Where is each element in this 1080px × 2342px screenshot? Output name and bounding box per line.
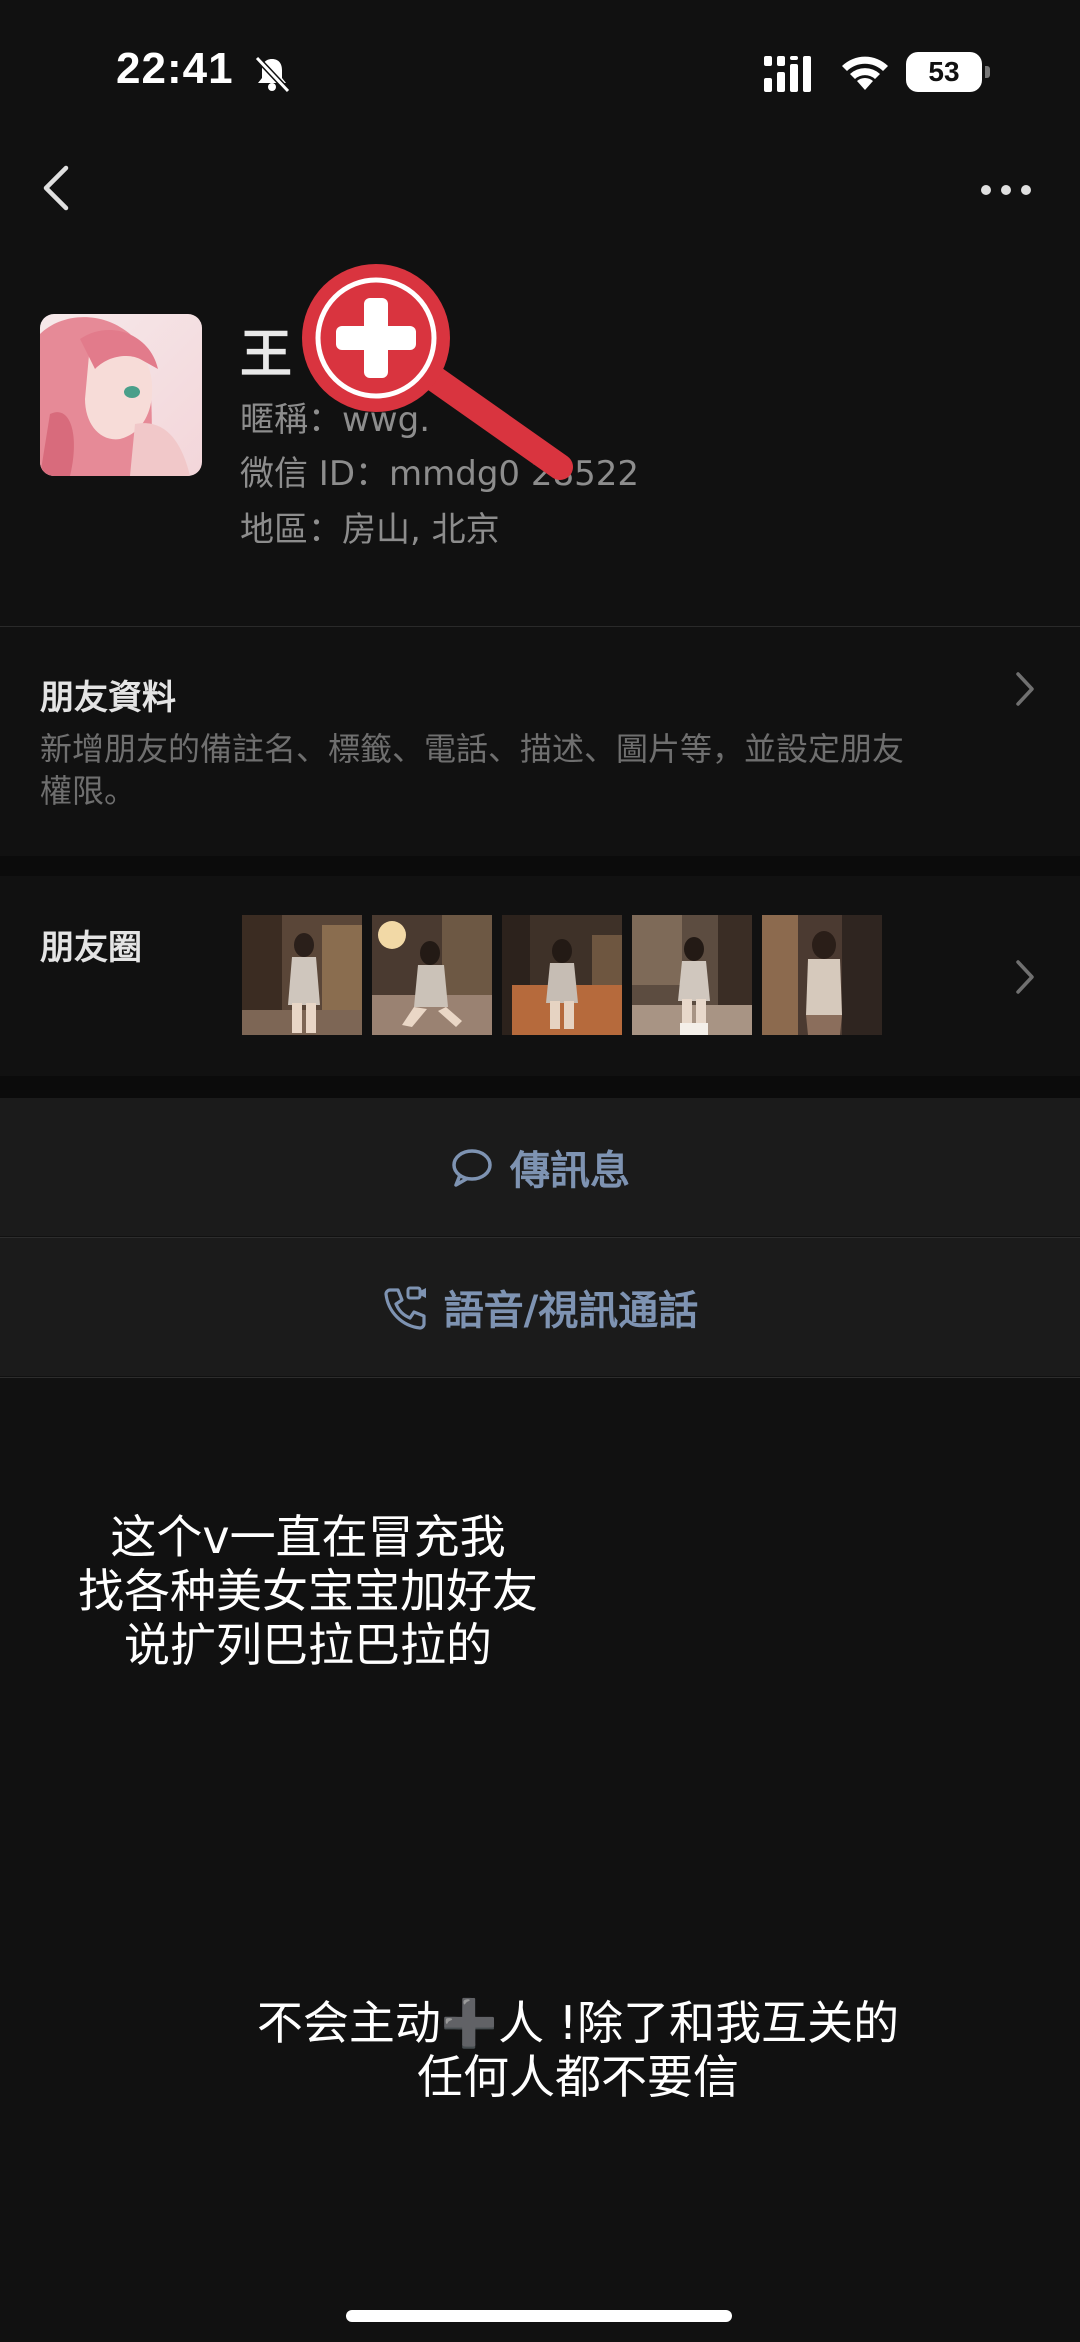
caption-line: 不会主动➕人 !除了和我互关的 <box>256 1996 900 2050</box>
overlay-caption-bottom: 不会主动➕人 !除了和我互关的 任何人都不要信 <box>150 1996 1006 2104</box>
friend-info-description: 新增朋友的備註名、標籤、電話、描述、圖片等，並設定朋友 權限。 <box>40 728 1000 812</box>
section-separator <box>0 856 1080 876</box>
voice-video-call-label: 語音/視訊通話 <box>443 1288 699 1334</box>
profile-name: 王 <box>240 325 293 385</box>
magnifier-plus-icon <box>302 264 573 480</box>
moments-thumbnails <box>242 915 882 1035</box>
caption-line: 说扩列巴拉巴拉的 <box>124 1618 492 1672</box>
cellular-signal-icon <box>764 56 811 92</box>
friend-info-desc-line1: 新增朋友的備註名、標籤、電話、描述、圖片等，並設定朋友 <box>40 730 905 768</box>
moments-thumbnail[interactable] <box>372 915 492 1035</box>
region-line: 地區：房山, 北京 <box>240 510 500 550</box>
section-separator <box>0 1076 1080 1098</box>
moments-thumbnail[interactable] <box>762 915 882 1035</box>
divider <box>0 1377 1080 1378</box>
friend-info-desc-line2: 權限。 <box>40 772 137 810</box>
battery-indicator: 53 <box>906 52 990 92</box>
chevron-right-icon <box>1016 960 1034 994</box>
moments-title: 朋友圈 <box>40 928 142 968</box>
send-message-label: 傳訊息 <box>510 1148 630 1194</box>
moments-thumbnail[interactable] <box>242 915 362 1035</box>
back-arrow-icon[interactable] <box>36 160 76 216</box>
avatar-image <box>40 314 202 476</box>
moments-thumbnail[interactable] <box>632 915 752 1035</box>
send-message-button[interactable]: 傳訊息 <box>0 1098 1080 1236</box>
status-bar: 22:41 53 <box>0 0 1080 150</box>
divider <box>0 626 1080 627</box>
moments-thumbnail[interactable] <box>502 915 622 1035</box>
chevron-right-icon <box>1016 672 1034 706</box>
home-indicator[interactable] <box>346 2310 732 2322</box>
more-options-icon[interactable] <box>978 180 1034 200</box>
caption-line: 找各种美女宝宝加好友 <box>78 1564 538 1618</box>
voice-video-call-button[interactable]: 語音/視訊通話 <box>0 1238 1080 1376</box>
caption-line: 任何人都不要信 <box>417 2050 739 2104</box>
overlay-caption-top: 这个v一直在冒充我 找各种美女宝宝加好友 说扩列巴拉巴拉的 <box>48 1510 568 1672</box>
caption-line: 这个v一直在冒充我 <box>110 1510 506 1564</box>
chat-bubble-icon <box>452 1149 492 1187</box>
avatar[interactable] <box>40 314 202 476</box>
phone-video-icon <box>384 1286 426 1330</box>
friend-info-title: 朋友資料 <box>40 678 176 718</box>
status-time: 22:41 <box>116 44 234 93</box>
wifi-icon <box>842 56 888 90</box>
silent-bell-icon <box>254 55 291 94</box>
